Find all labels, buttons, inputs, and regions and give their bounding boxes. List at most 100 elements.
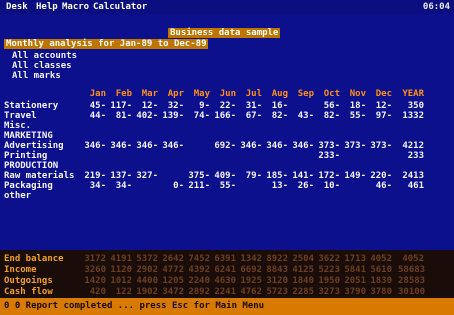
summary-cell[interactable]: 5841: [340, 265, 366, 275]
table-cell[interactable]: 97-: [366, 111, 392, 121]
summary-label[interactable]: Outgoings: [4, 276, 53, 286]
summary-label[interactable]: Income: [4, 265, 37, 275]
table-cell[interactable]: 373-: [340, 141, 366, 151]
table-cell[interactable]: 692-: [210, 141, 236, 151]
table-cell[interactable]: 346-: [158, 141, 184, 151]
row-label[interactable]: Misc.: [4, 121, 31, 131]
row-label[interactable]: Raw materials: [4, 171, 74, 181]
table-cell[interactable]: 79-: [236, 171, 262, 181]
summary-cell[interactable]: 3120: [262, 276, 288, 286]
summary-cell[interactable]: 4052: [398, 254, 424, 264]
summary-cell[interactable]: 6391: [210, 254, 236, 264]
menu-desk[interactable]: Desk: [6, 2, 28, 12]
table-cell[interactable]: 32-: [158, 101, 184, 111]
table-cell[interactable]: 9-: [184, 101, 210, 111]
summary-cell[interactable]: 1120: [106, 265, 132, 275]
summary-cell[interactable]: 6241: [210, 265, 236, 275]
table-cell[interactable]: 4212: [398, 141, 424, 151]
summary-cell[interactable]: 8843: [262, 265, 288, 275]
table-cell[interactable]: 219-: [80, 171, 106, 181]
table-cell[interactable]: 373-: [314, 141, 340, 151]
summary-cell[interactable]: 3260: [80, 265, 106, 275]
row-label[interactable]: other: [4, 191, 31, 201]
table-cell[interactable]: 12-: [366, 101, 392, 111]
table-cell[interactable]: 82-: [314, 111, 340, 121]
summary-cell[interactable]: 1713: [340, 254, 366, 264]
table-cell[interactable]: 34-: [80, 181, 106, 191]
table-cell[interactable]: 82-: [262, 111, 288, 121]
summary-cell[interactable]: 6692: [236, 265, 262, 275]
summary-cell[interactable]: 420: [80, 287, 106, 297]
summary-cell[interactable]: 4772: [158, 265, 184, 275]
menu-help[interactable]: Help: [36, 2, 58, 12]
summary-cell[interactable]: 1420: [80, 276, 106, 286]
summary-cell[interactable]: 2241: [210, 287, 236, 297]
table-cell[interactable]: 149-: [340, 171, 366, 181]
summary-cell[interactable]: 1925: [236, 276, 262, 286]
row-label[interactable]: Packaging: [4, 181, 53, 191]
table-cell[interactable]: 45-: [80, 101, 106, 111]
summary-cell[interactable]: 3622: [314, 254, 340, 264]
table-cell[interactable]: 346-: [106, 141, 132, 151]
summary-cell[interactable]: 5723: [262, 287, 288, 297]
summary-cell[interactable]: 4191: [106, 254, 132, 264]
summary-cell[interactable]: 2240: [184, 276, 210, 286]
table-cell[interactable]: 409-: [210, 171, 236, 181]
table-cell[interactable]: 166-: [210, 111, 236, 121]
summary-cell[interactable]: 30100: [398, 287, 425, 297]
menu-calculator[interactable]: Calculator: [93, 2, 147, 12]
table-cell[interactable]: 141-: [288, 171, 314, 181]
table-cell[interactable]: 0-: [158, 181, 184, 191]
table-cell[interactable]: 55-: [340, 111, 366, 121]
table-cell[interactable]: 327-: [132, 171, 158, 181]
table-cell[interactable]: 34-: [106, 181, 132, 191]
summary-cell[interactable]: 5372: [132, 254, 158, 264]
table-cell[interactable]: 137-: [106, 171, 132, 181]
summary-label[interactable]: Cash flow: [4, 287, 53, 297]
row-label[interactable]: Printing: [4, 151, 47, 161]
table-cell[interactable]: 22-: [210, 101, 236, 111]
summary-cell[interactable]: 4125: [288, 265, 314, 275]
table-cell[interactable]: 373-: [366, 141, 392, 151]
table-cell[interactable]: 346-: [262, 141, 288, 151]
table-cell[interactable]: 67-: [236, 111, 262, 121]
summary-cell[interactable]: 4630: [210, 276, 236, 286]
table-cell[interactable]: 16-: [262, 101, 288, 111]
table-cell[interactable]: 117-: [106, 101, 132, 111]
table-cell[interactable]: 46-: [366, 181, 392, 191]
summary-label[interactable]: End balance: [4, 254, 64, 264]
summary-cell[interactable]: 2892: [184, 287, 210, 297]
table-cell[interactable]: 402-: [132, 111, 158, 121]
summary-cell[interactable]: 3273: [314, 287, 340, 297]
summary-cell[interactable]: 3790: [340, 287, 366, 297]
row-label[interactable]: Advertising: [4, 141, 64, 151]
table-cell[interactable]: 211-: [184, 181, 210, 191]
table-cell[interactable]: 31-: [236, 101, 262, 111]
table-cell[interactable]: 2413: [398, 171, 424, 181]
table-cell[interactable]: 10-: [314, 181, 340, 191]
summary-cell[interactable]: 2902: [132, 265, 158, 275]
summary-cell[interactable]: 5610: [366, 265, 392, 275]
table-cell[interactable]: 346-: [236, 141, 262, 151]
summary-cell[interactable]: 2642: [158, 254, 184, 264]
table-cell[interactable]: 346-: [80, 141, 106, 151]
summary-cell[interactable]: 1830: [366, 276, 392, 286]
table-cell[interactable]: 220-: [366, 171, 392, 181]
table-cell[interactable]: 18-: [340, 101, 366, 111]
summary-cell[interactable]: 2051: [340, 276, 366, 286]
row-label[interactable]: PRODUCTION: [4, 161, 58, 171]
summary-cell[interactable]: 5223: [314, 265, 340, 275]
summary-cell[interactable]: 2285: [288, 287, 314, 297]
summary-cell[interactable]: 4762: [236, 287, 262, 297]
table-cell[interactable]: 43-: [288, 111, 314, 121]
summary-cell[interactable]: 1840: [288, 276, 314, 286]
table-cell[interactable]: 346-: [288, 141, 314, 151]
summary-cell[interactable]: 4392: [184, 265, 210, 275]
table-cell[interactable]: 12-: [132, 101, 158, 111]
summary-cell[interactable]: 3472: [158, 287, 184, 297]
summary-cell[interactable]: 3780: [366, 287, 392, 297]
table-cell[interactable]: 81-: [106, 111, 132, 121]
table-cell[interactable]: 375-: [184, 171, 210, 181]
table-cell[interactable]: 26-: [288, 181, 314, 191]
summary-cell[interactable]: 1950: [314, 276, 340, 286]
